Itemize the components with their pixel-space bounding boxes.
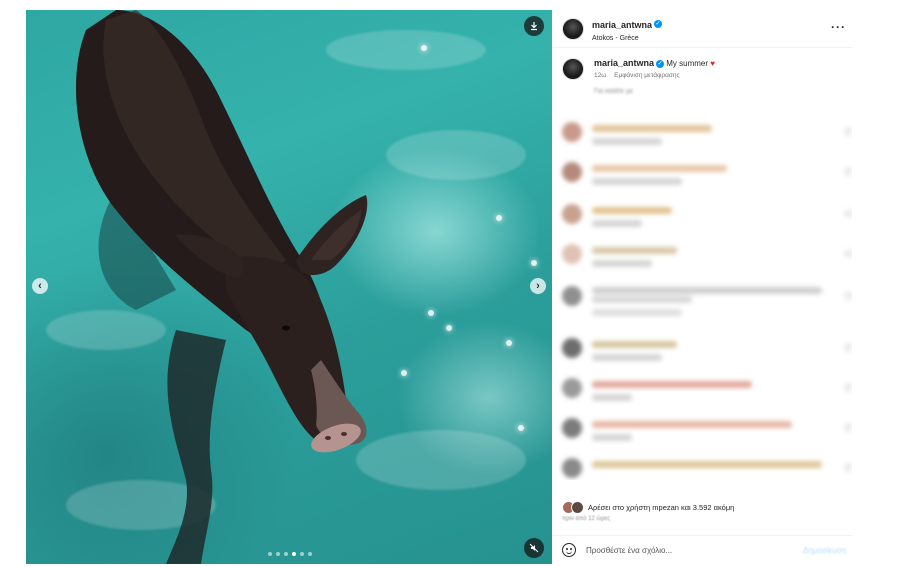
comment-text-blur xyxy=(592,287,822,294)
comments-list xyxy=(552,114,852,480)
comment-composer: Δημοσίευση xyxy=(552,535,852,564)
avatar[interactable] xyxy=(562,17,584,40)
post-media[interactable]: ‹ › xyxy=(26,10,552,564)
likes-summary: Αρέσει στο χρήστη mpezan και 3.592 ακόμη xyxy=(562,501,734,514)
comment-text-blur xyxy=(592,125,712,132)
likes-text[interactable]: Αρέσει στο χρήστη mpezan και 3.592 ακόμη xyxy=(588,503,734,512)
comment-row xyxy=(562,202,852,236)
heart-icon[interactable] xyxy=(845,250,852,257)
heart-icon[interactable] xyxy=(845,344,852,351)
comment-text-blur xyxy=(592,165,727,172)
comment-text-blur xyxy=(592,341,677,348)
comment-avatar xyxy=(562,162,582,182)
header-user-block: maria_antwna ✓ Atokos - Grèce xyxy=(592,15,663,42)
comment-row xyxy=(562,416,852,450)
carousel-dot[interactable] xyxy=(284,552,288,556)
download-icon[interactable] xyxy=(524,16,544,36)
carousel-dots xyxy=(268,552,312,556)
comment-row xyxy=(562,376,852,410)
verified-badge-icon: ✓ xyxy=(654,19,663,28)
comment-avatar xyxy=(562,122,582,142)
verified-badge-icon: ✓ xyxy=(656,59,665,68)
comment-avatar xyxy=(562,418,582,438)
comment-row xyxy=(562,456,852,480)
comment-avatar xyxy=(562,286,582,306)
comment-text-blur xyxy=(592,381,752,388)
header-username[interactable]: maria_antwna xyxy=(592,20,652,30)
comment-input[interactable] xyxy=(586,545,776,555)
comment-meta-blur xyxy=(592,394,632,401)
heart-icon[interactable] xyxy=(845,384,852,391)
carousel-dot[interactable] xyxy=(276,552,280,556)
post-caption: maria_antwna ✓ My summer ♥ 12ω Εμφάνιση μ… xyxy=(552,48,852,80)
caption-age: 12ω xyxy=(594,72,607,79)
comment-meta-blur xyxy=(592,260,652,267)
previous-arrow-icon[interactable]: ‹ xyxy=(32,278,48,294)
comment-meta-blur xyxy=(592,309,682,316)
comment-text-blur xyxy=(592,296,692,303)
comment-avatar xyxy=(562,244,582,264)
comment-text-blur xyxy=(592,421,792,428)
heart-icon[interactable] xyxy=(845,292,852,299)
emoji-icon[interactable] xyxy=(562,543,576,557)
heart-icon[interactable] xyxy=(845,210,852,217)
comment-text-blur xyxy=(592,247,677,254)
comment-row xyxy=(562,120,852,154)
comment-text-blur xyxy=(592,207,672,214)
avatar xyxy=(571,501,584,514)
carousel-dot[interactable] xyxy=(308,552,312,556)
comment-avatar xyxy=(562,458,582,478)
comment-avatar xyxy=(562,338,582,358)
comment-text-blur xyxy=(592,461,822,468)
heart-icon[interactable] xyxy=(845,424,852,431)
caption-meta: 12ω Εμφάνιση μετάφρασης xyxy=(594,72,715,79)
caption-block: maria_antwna ✓ My summer ♥ 12ω Εμφάνιση μ… xyxy=(594,58,715,80)
post-header: maria_antwna ✓ Atokos - Grèce ··· xyxy=(552,10,852,48)
next-arrow-icon[interactable]: › xyxy=(530,278,546,294)
caption-text: My summer xyxy=(666,59,709,68)
comment-row xyxy=(562,336,852,370)
heart-emoji: ♥ xyxy=(710,59,716,68)
carousel-dot[interactable] xyxy=(300,552,304,556)
comment-meta-blur xyxy=(592,138,662,145)
instagram-post-window: ‹ › maria_antwna ✓ Atokos - Grèce ··· mar… xyxy=(0,0,900,567)
comment-row xyxy=(562,160,852,194)
comment-avatar xyxy=(562,378,582,398)
avatar[interactable] xyxy=(562,58,584,80)
carousel-dot[interactable] xyxy=(268,552,272,556)
more-options-icon[interactable]: ··· xyxy=(831,20,846,34)
heart-icon[interactable] xyxy=(845,128,852,135)
comment-meta-blur xyxy=(592,178,682,185)
comment-avatar xyxy=(562,204,582,224)
post-sidebar: maria_antwna ✓ Atokos - Grèce ··· maria_a… xyxy=(552,10,852,564)
carousel-dot[interactable] xyxy=(292,552,296,556)
translation-link[interactable]: Εμφάνιση μετάφρασης xyxy=(614,72,680,79)
caption-username[interactable]: maria_antwna xyxy=(594,58,654,68)
heart-icon[interactable] xyxy=(845,168,852,175)
comment-meta-blur xyxy=(592,434,632,441)
mute-icon[interactable] xyxy=(524,538,544,558)
comment-meta-blur xyxy=(592,220,642,227)
post-timestamp: πριν από 12 ώρες xyxy=(562,516,611,522)
post-comment-button[interactable]: Δημοσίευση xyxy=(803,546,846,555)
comment-meta-blur xyxy=(592,354,662,361)
post-location[interactable]: Atokos - Grèce xyxy=(592,35,662,42)
swimming-pig-image xyxy=(76,10,368,564)
blurred-caption-line: Για καιάτε με xyxy=(594,88,634,95)
comment-row xyxy=(562,242,852,276)
comment-row xyxy=(562,284,852,318)
heart-icon[interactable] xyxy=(845,464,852,471)
